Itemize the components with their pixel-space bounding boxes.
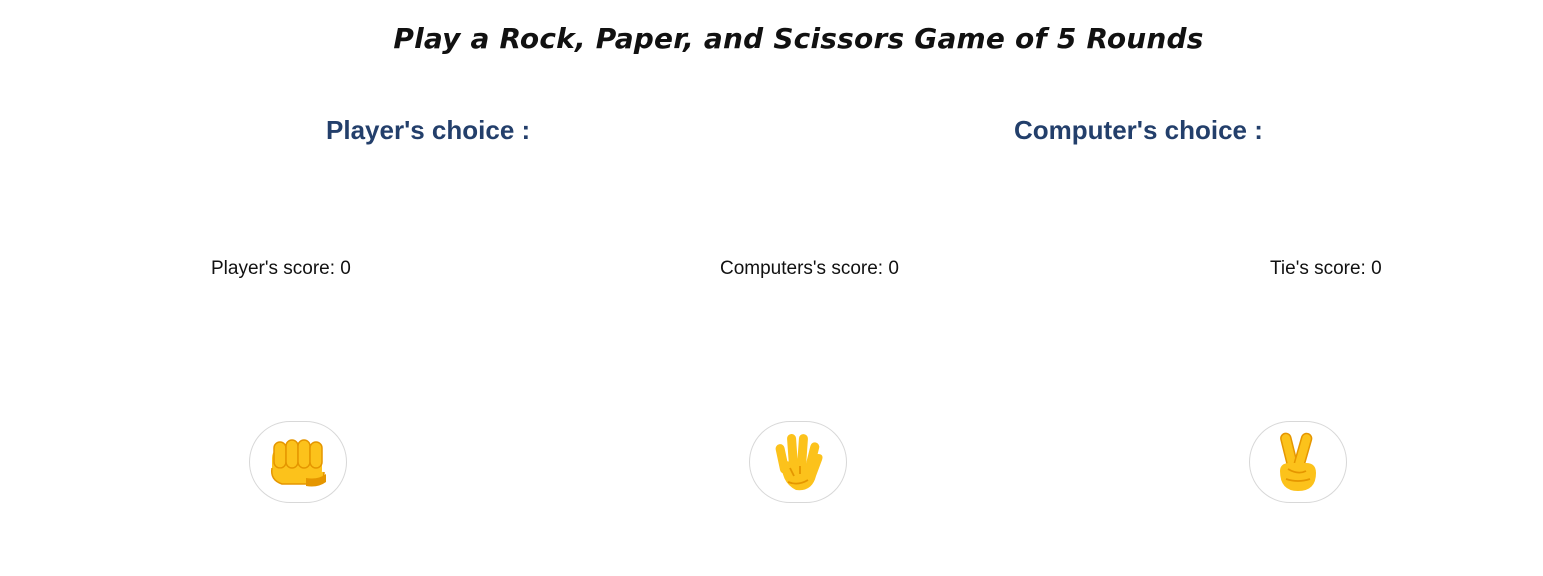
tie-score: Tie's score: 0 (1270, 258, 1382, 279)
page-title: Play a Rock, Paper, and Scissors Game of… (393, 22, 1204, 55)
scissors-button[interactable] (1249, 421, 1347, 503)
rock-button[interactable] (249, 421, 347, 503)
paper-button[interactable] (749, 421, 847, 503)
player-choice-heading: Player's choice : (326, 115, 531, 145)
raised-hand-icon (768, 430, 828, 494)
fist-icon (266, 434, 330, 490)
victory-hand-icon (1270, 429, 1326, 495)
computer-score: Computers's score: 0 (720, 258, 899, 279)
computer-choice-heading: Computer's choice : (1014, 115, 1263, 145)
player-score: Player's score: 0 (211, 258, 351, 279)
